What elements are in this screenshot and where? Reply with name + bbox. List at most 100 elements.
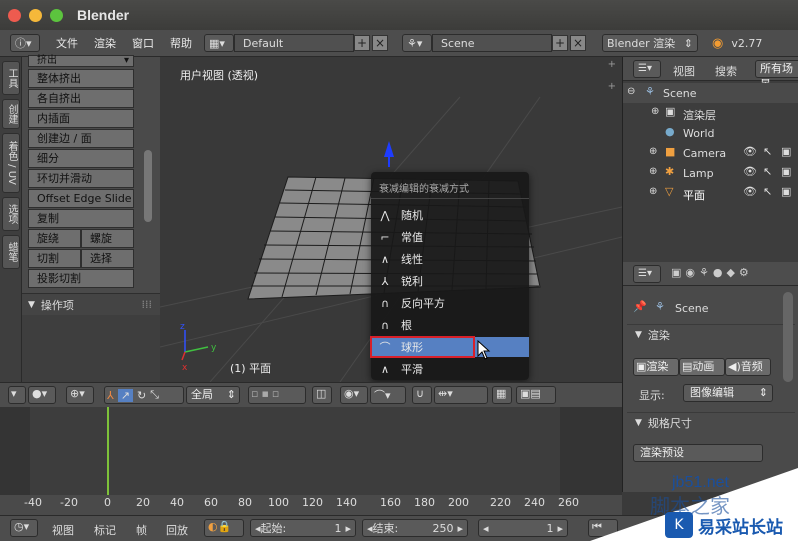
scale-manipulator-icon[interactable]: ⤡ [150, 388, 159, 402]
extrude-dropdown[interactable]: 挤出 ▾ [28, 55, 134, 67]
scene-name-field[interactable]: Scene [432, 34, 552, 52]
tool-knife-project[interactable]: 投影切割 [28, 269, 134, 288]
outliner-tab-view[interactable]: 视图 [673, 63, 695, 79]
tool-extrude-individual[interactable]: 各自挤出 [28, 89, 134, 108]
display-dropdown[interactable]: 图像编辑 ⇕ [683, 384, 773, 402]
layout-name-field[interactable]: Default [234, 34, 354, 52]
audio-button[interactable]: ◀)音频 [725, 358, 771, 376]
end-frame-field[interactable]: ◂ 结束: 250 ▸ [362, 519, 468, 537]
menu-window[interactable]: 窗口 [132, 35, 154, 51]
select-mode-toggles[interactable]: ▫▪▫ [248, 386, 306, 404]
properties-scrollbar[interactable] [783, 292, 793, 382]
tool-spin[interactable]: 旋绕 [28, 229, 81, 248]
occlude-geometry-toggle[interactable]: ◫ [312, 386, 332, 404]
translate-manipulator-icon[interactable]: ↗ [117, 388, 133, 402]
tab-shading-uv[interactable]: 着色 / UV [2, 133, 20, 193]
render-camera-icon[interactable]: ▣ [781, 185, 791, 198]
view-menu-button[interactable]: ▾ [8, 386, 26, 404]
timeline-menu-playback[interactable]: 回放 [166, 522, 188, 538]
outliner-editor-type[interactable]: ☰▾ [633, 60, 661, 78]
current-frame-line[interactable] [107, 407, 109, 495]
tab-options[interactable]: 选项 [2, 197, 20, 231]
drag-handle-icon[interactable]: ⁞⁞⁞ [142, 298, 153, 311]
add-layout-button[interactable]: + [354, 35, 370, 51]
properties-editor-type[interactable]: ☰▾ [633, 265, 661, 283]
delete-scene-button[interactable]: × [570, 35, 586, 51]
current-frame-field[interactable]: ◂ 1 ▸ [478, 519, 568, 537]
delete-layout-button[interactable]: × [372, 35, 388, 51]
tool-loop-cut-slide[interactable]: 环切并滑动 [28, 169, 134, 188]
tool-offset-edge-slide[interactable]: Offset Edge Slide [28, 189, 134, 208]
tool-duplicate[interactable]: 复制 [28, 209, 134, 228]
menu-render[interactable]: 渲染 [94, 35, 116, 51]
render-engine-dropdown[interactable]: Blender 渲染 ⇕ [602, 34, 698, 52]
select-cursor-icon[interactable]: ↖ [763, 185, 772, 198]
close-window-button[interactable] [8, 8, 21, 22]
outliner-tab-search[interactable]: 搜索 [715, 63, 737, 79]
tool-knife[interactable]: 切割 [28, 249, 81, 268]
tab-tools[interactable]: 工具 [2, 61, 20, 95]
viewport-shading-dropdown[interactable]: ●▾ [28, 386, 56, 404]
render-preset-dropdown[interactable]: 渲染预设 [633, 444, 763, 462]
preview-range-toggles[interactable]: ◐🔒 [204, 519, 244, 537]
tool-knife-select[interactable]: 选择 [81, 249, 134, 268]
scene-browse-button[interactable]: ⚘▾ [402, 34, 432, 52]
select-cursor-icon[interactable]: ↖ [763, 145, 772, 158]
add-scene-button[interactable]: + [552, 35, 568, 51]
start-frame-field[interactable]: ◂ 起始: 1 ▸ [250, 519, 356, 537]
proportional-edit-dropdown[interactable]: ◉▾ [340, 386, 368, 404]
render-preview-buttons[interactable]: ▣▤ [516, 386, 556, 404]
minimize-window-button[interactable] [29, 8, 42, 22]
outliner-row-plane[interactable]: ⊕ ▽ 平面 👁 ↖ ▣ [623, 183, 798, 203]
tool-extrude-region[interactable]: 整体挤出 [28, 69, 134, 88]
expand-icon[interactable]: ⊕ [651, 106, 659, 117]
tool-shelf-scrollbar[interactable] [144, 150, 152, 222]
render-camera-icon[interactable]: ▣ [781, 165, 791, 178]
tool-screw[interactable]: 螺旋 [81, 229, 134, 248]
menu-help[interactable]: 帮助 [170, 35, 192, 51]
outliner-row-camera[interactable]: ⊕ ■ Camera 👁 ↖ ▣ [623, 143, 798, 163]
select-cursor-icon[interactable]: ↖ [763, 165, 772, 178]
tab-create[interactable]: 创建 [2, 99, 20, 129]
falloff-option-constant[interactable]: ⌐ 常值 [377, 227, 527, 247]
tool-inset-faces[interactable]: 内插面 [28, 109, 134, 128]
falloff-option-inverse-square[interactable]: ∩ 反向平方 [377, 293, 527, 313]
menu-file[interactable]: 文件 [56, 35, 78, 51]
layout-browse-button[interactable]: ▦▾ [204, 34, 234, 52]
tab-grease-pencil[interactable]: 蜡笔 [2, 235, 20, 269]
outliner-row-render-layers[interactable]: ⊕ ▣ 渲染层 [623, 103, 798, 123]
falloff-option-sharp[interactable]: ⅄ 锐利 [377, 271, 527, 291]
rotate-manipulator-icon[interactable]: ↻ [137, 389, 146, 402]
visibility-eye-icon[interactable]: 👁 [743, 145, 757, 158]
falloff-option-linear[interactable]: ∧ 线性 [377, 249, 527, 269]
outliner-row-scene[interactable]: ⊖ ⚘ Scene [623, 83, 798, 103]
increment-arrow-icon[interactable]: ▸ [457, 522, 463, 535]
vertex-edge-face-icons[interactable]: ▫▪▫ [251, 387, 282, 400]
editor-type-selector[interactable]: ⓘ▾ [10, 34, 40, 52]
timeline-menu-view[interactable]: 视图 [52, 522, 74, 538]
increment-arrow-icon[interactable]: ▸ [345, 522, 351, 535]
tool-subdivide[interactable]: 细分 [28, 149, 134, 168]
tool-make-edge-face[interactable]: 创建边 / 面 [28, 129, 134, 148]
snap-element-dropdown[interactable]: ⇹▾ [434, 386, 488, 404]
pivot-point-dropdown[interactable]: ⊕▾ [66, 386, 94, 404]
falloff-dropdown[interactable]: ⌒▾ [370, 386, 406, 404]
render-panel-header[interactable]: ▼ 渲染 [627, 324, 795, 344]
falloff-option-random[interactable]: ⋀ 随机 [377, 205, 527, 225]
timeline-menu-frame[interactable]: 帧 [136, 522, 147, 538]
manipulator-axis-icon[interactable]: ⅄ [107, 389, 114, 402]
collapse-icon[interactable]: ⊖ [627, 86, 635, 97]
falloff-option-smooth[interactable]: ∧ 平滑 [377, 359, 527, 379]
render-camera-icon[interactable]: ▣ [781, 145, 791, 158]
expand-icon[interactable]: ⊕ [649, 146, 657, 157]
snap-toggle[interactable]: ∪ [412, 386, 432, 404]
timeline-menu-marker[interactable]: 标记 [94, 522, 116, 538]
decrement-arrow-icon[interactable]: ◂ [483, 522, 489, 535]
operator-panel-header[interactable]: ▼ 操作项 ⁞⁞⁞ [22, 293, 160, 315]
increment-arrow-icon[interactable]: ▸ [557, 522, 563, 535]
falloff-option-root[interactable]: ∩ 根 [377, 315, 527, 335]
outliner-row-world[interactable]: ● World [623, 123, 798, 143]
maximize-window-button[interactable] [50, 8, 63, 22]
layers-button[interactable]: ▦ [492, 386, 512, 404]
dimensions-panel-header[interactable]: ▼ 规格尺寸 [627, 412, 795, 432]
